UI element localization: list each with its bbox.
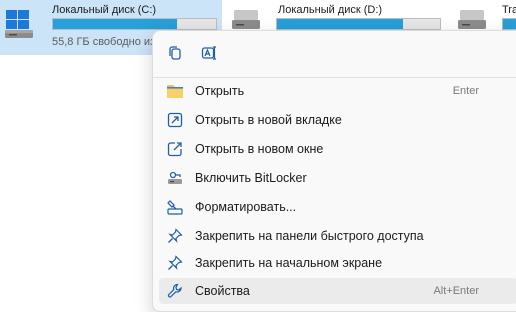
menu-item-shortcut: Enter xyxy=(452,85,479,97)
rename-icon xyxy=(201,46,216,60)
menu-item-label: Открыть в новом окне xyxy=(195,142,324,156)
menu-item-open-new-tab[interactable]: Открыть в новой вкладке xyxy=(159,107,516,133)
rename-button[interactable] xyxy=(197,41,221,65)
menu-item-label: Свойства xyxy=(195,284,250,298)
menu-item-bitlocker[interactable]: Включить BitLocker xyxy=(159,165,516,191)
menu-item-label: Включить BitLocker xyxy=(195,171,307,185)
drive-usage-fill xyxy=(503,19,516,29)
open-new-window-icon xyxy=(165,139,185,159)
open-new-tab-icon xyxy=(165,110,185,130)
menu-item-label: Закрепить на панели быстрого доступа xyxy=(195,229,424,243)
drive-usage-fill xyxy=(277,19,403,29)
folder-icon xyxy=(165,81,185,101)
context-menu: Открыть Enter Открыть в новой вкладке От… xyxy=(152,30,516,312)
drive-name: Локальный диск (D:) xyxy=(278,4,383,16)
drive-usage-fill xyxy=(53,19,177,29)
menu-item-properties[interactable]: Свойства Alt+Enter xyxy=(159,278,516,304)
copy-button[interactable] xyxy=(163,41,187,65)
menu-item-open-new-window[interactable]: Открыть в новом окне xyxy=(159,136,516,162)
drive-usage-bar xyxy=(502,18,516,30)
menu-item-shortcut: Alt+Enter xyxy=(433,285,479,297)
menu-item-format[interactable]: Форматировать... xyxy=(159,194,516,220)
menu-item-open[interactable]: Открыть Enter xyxy=(159,78,516,104)
drive-name: Tra xyxy=(502,4,516,16)
format-drive-icon xyxy=(165,197,185,217)
quick-actions-row xyxy=(153,31,516,75)
pin-icon xyxy=(165,253,185,273)
menu-item-pin-quick-access[interactable]: Закрепить на панели быстрого доступа xyxy=(159,223,516,249)
menu-item-pin-start[interactable]: Закрепить на начальном экране xyxy=(159,250,516,276)
drive-free-space: 55,8 ГБ свободно из xyxy=(52,36,156,48)
drive-usage-bar xyxy=(276,18,441,30)
copy-icon xyxy=(169,46,181,60)
menu-item-label: Закрепить на начальном экране xyxy=(195,256,383,270)
menu-item-label: Открыть xyxy=(195,84,245,98)
wrench-icon xyxy=(165,281,185,301)
menu-item-label: Открыть в новой вкладке xyxy=(195,113,342,127)
windows-drive-icon xyxy=(5,8,35,42)
menu-item-label: Форматировать... xyxy=(195,200,297,214)
pin-icon xyxy=(165,226,185,246)
bitlocker-key-icon xyxy=(165,168,185,188)
drive-usage-bar xyxy=(52,18,217,30)
drive-name: Локальный диск (C:) xyxy=(52,4,157,16)
